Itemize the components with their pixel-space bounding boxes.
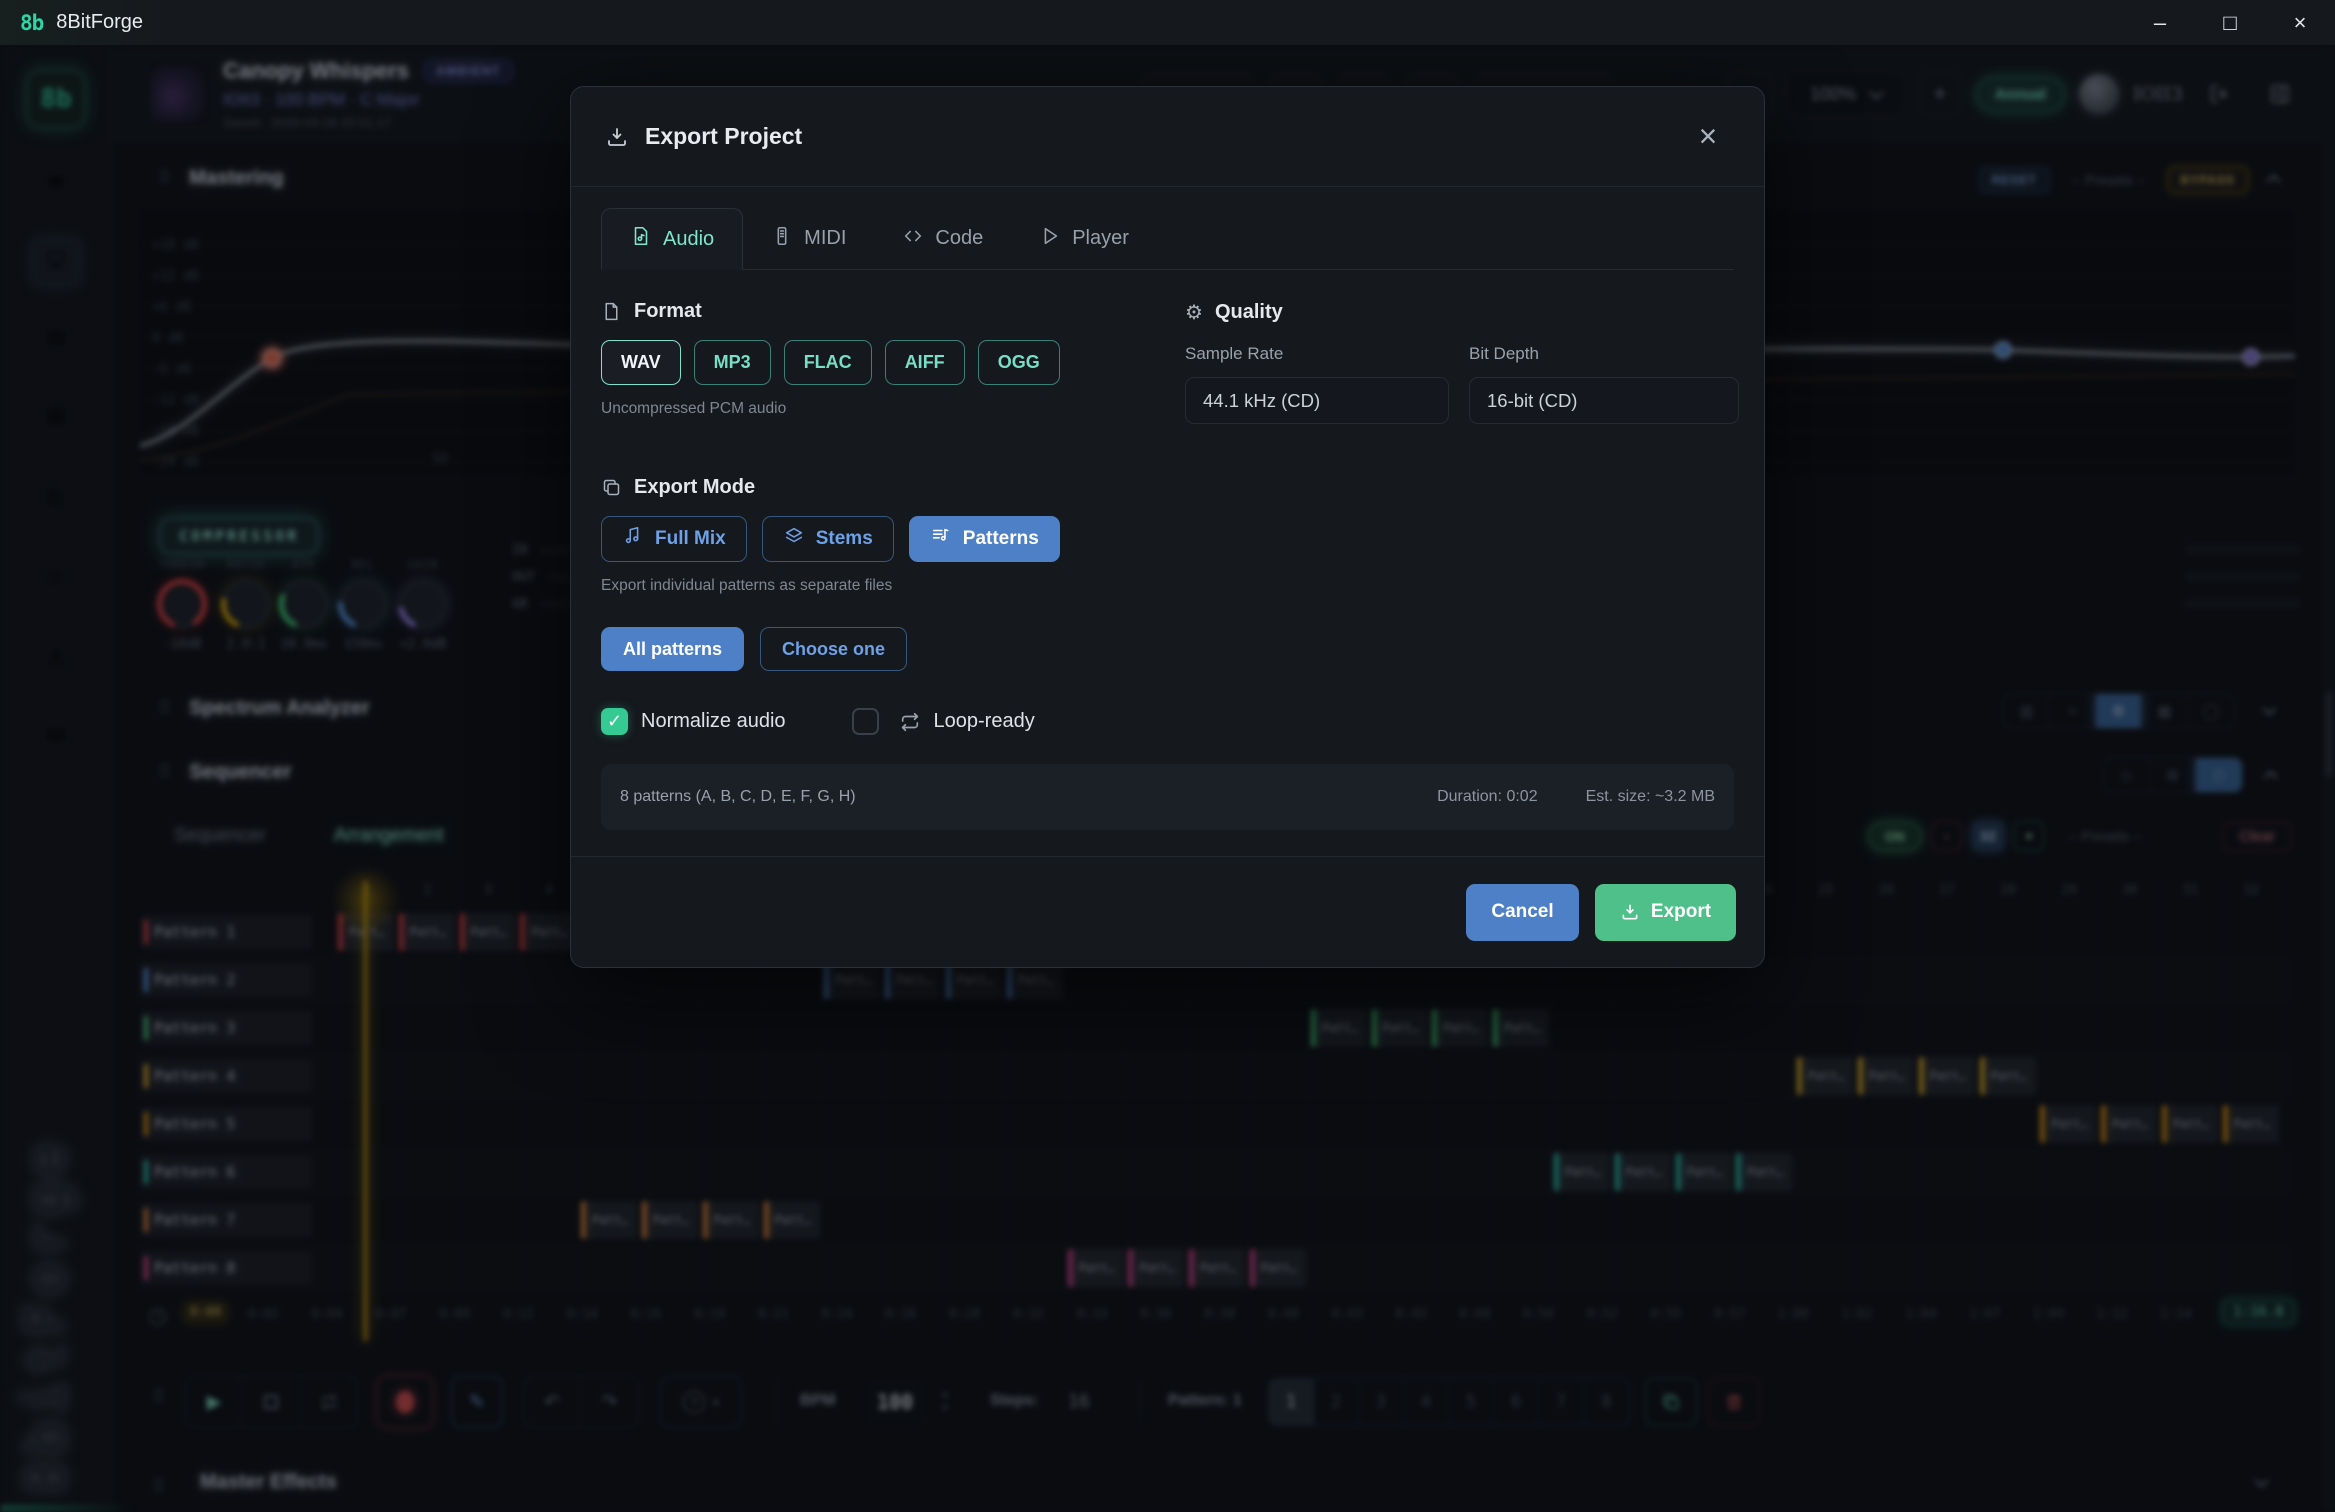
tab-audio[interactable]: Audio (601, 208, 743, 270)
layers-icon (783, 525, 805, 553)
mode-label: Stems (816, 528, 873, 550)
download-icon (605, 125, 629, 149)
format-option-flac[interactable]: FLAC (784, 340, 872, 385)
titlebar-brand: 8b 8BitForge (0, 0, 183, 45)
modal-tabbar: Audio MIDI Code Player (601, 208, 1734, 270)
export-button-label: Export (1651, 901, 1711, 923)
copy-icon (601, 477, 622, 498)
tab-label: MIDI (804, 227, 846, 250)
summary-patterns: 8 patterns (A, B, C, D, E, F, G, H) (620, 788, 856, 806)
export-button[interactable]: Export (1595, 884, 1736, 941)
format-description: Uncompressed PCM audio (601, 400, 1060, 418)
maximize-button[interactable]: □ (2195, 0, 2265, 45)
mode-option-patterns[interactable]: Patterns (909, 516, 1060, 562)
app-window: 8b 8BitForge – □ × 8b 8bitForge Canopy W… (0, 0, 2335, 1512)
tab-code[interactable]: Code (874, 208, 1011, 269)
modal-header: Export Project × (571, 87, 1764, 187)
format-section: Format WAV MP3 FLAC AIFF OGG Uncompressed PC… (601, 300, 1060, 418)
tab-player[interactable]: Player (1011, 208, 1157, 269)
loop-ready-checkbox[interactable] (852, 708, 879, 735)
export-project-modal: Export Project × Audio MIDI Code Player For… (570, 86, 1765, 968)
close-modal-button[interactable]: × (1686, 115, 1730, 159)
audio-file-icon (630, 225, 652, 253)
normalize-label: Normalize audio (641, 710, 786, 733)
cancel-button[interactable]: Cancel (1466, 884, 1579, 941)
code-icon (902, 225, 924, 253)
app-logo: 8b (20, 11, 43, 35)
format-option-aiff[interactable]: AIFF (885, 340, 965, 385)
mode-option-stems[interactable]: Stems (762, 516, 894, 562)
export-mode-description: Export individual patterns as separate f… (601, 577, 1060, 595)
player-icon (1039, 225, 1061, 253)
gear-icon: ⚙ (1185, 300, 1203, 325)
titlebar: 8b 8BitForge – □ × (0, 0, 2335, 45)
options-row: ✓ Normalize audio Loop-ready (601, 708, 1035, 735)
tab-label: Player (1072, 227, 1129, 250)
scope-option-all-patterns[interactable]: All patterns (601, 627, 744, 671)
export-summary: 8 patterns (A, B, C, D, E, F, G, H) Dura… (601, 764, 1734, 830)
sample-rate-label: Sample Rate (1185, 344, 1449, 364)
mode-label: Patterns (963, 528, 1039, 550)
export-mode-heading: Export Mode (634, 476, 755, 499)
pattern-list-icon (930, 525, 952, 553)
scope-option-choose-one[interactable]: Choose one (760, 627, 907, 671)
quality-heading: Quality (1215, 301, 1283, 324)
tab-midi[interactable]: MIDI (743, 208, 874, 269)
mode-option-full-mix[interactable]: Full Mix (601, 516, 747, 562)
minimize-button[interactable]: – (2125, 0, 2195, 45)
format-heading: Format (634, 300, 702, 323)
format-option-wav[interactable]: WAV (601, 340, 681, 385)
modal-footer: Cancel Export (571, 856, 1764, 967)
midi-device-icon (771, 225, 793, 253)
bit-depth-label: Bit Depth (1469, 344, 1739, 364)
download-icon (1620, 902, 1640, 922)
sample-rate-select[interactable]: 44.1 kHz (CD) (1185, 377, 1449, 424)
summary-duration: Duration: 0:02 (1437, 788, 1538, 806)
app-title: 8BitForge (56, 11, 143, 34)
tab-label: Audio (663, 228, 714, 251)
summary-size: Est. size: ~3.2 MB (1586, 788, 1715, 806)
loop-ready-label: Loop-ready (934, 710, 1035, 733)
tab-label: Code (935, 227, 983, 250)
file-icon (601, 301, 622, 322)
modal-title: Export Project (645, 123, 802, 150)
normalize-checkbox[interactable]: ✓ (601, 708, 628, 735)
format-option-ogg[interactable]: OGG (978, 340, 1060, 385)
bit-depth-select[interactable]: 16-bit (CD) (1469, 377, 1739, 424)
music-note-icon (622, 525, 644, 553)
close-window-button[interactable]: × (2265, 0, 2335, 45)
format-option-mp3[interactable]: MP3 (694, 340, 771, 385)
repeat-icon (899, 711, 921, 733)
quality-section: ⚙ Quality Sample Rate 44.1 kHz (CD) Bit … (1185, 300, 1739, 424)
mode-label: Full Mix (655, 528, 726, 550)
export-mode-section: Export Mode Full Mix Stems Patterns Export… (601, 476, 1060, 671)
